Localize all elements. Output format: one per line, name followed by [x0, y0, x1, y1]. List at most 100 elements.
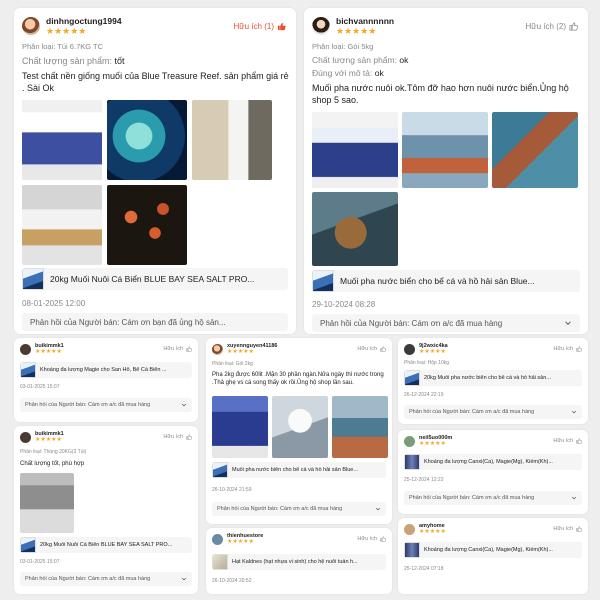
review-date: 29-10-2024 08:28: [312, 300, 376, 309]
avatar[interactable]: [212, 533, 223, 545]
chevron-down-icon[interactable]: [571, 495, 577, 501]
thumb-up-icon: [380, 536, 386, 542]
review-photo[interactable]: [107, 100, 187, 180]
seller-reply[interactable]: Phản hồi của Người bán: Cám ơn a/c đã mu…: [20, 398, 192, 412]
product-link[interactable]: 20kg Muối Nuôi Cá Biển BLUE BAY SEA SALT…: [22, 268, 288, 290]
product-link[interactable]: 20kg Muối pha nước biển cho bể cá và hồ …: [404, 370, 582, 386]
helpful-button[interactable]: Hữu ích (1): [234, 22, 286, 31]
product-thumbnail: [20, 537, 36, 553]
helpful-button[interactable]: Hữu ích: [553, 438, 582, 444]
product-link[interactable]: Khoáng đa lượng Canxi(Ca), Magie(Mg), Ki…: [404, 454, 582, 470]
review-photo[interactable]: [192, 100, 272, 180]
helpful-button[interactable]: Hữu ích: [357, 536, 386, 542]
chevron-down-icon[interactable]: [181, 576, 187, 582]
product-link[interactable]: Muối pha nước biển cho bể cá và hồ hải s…: [312, 270, 580, 292]
star-rating: ★★★★★: [419, 349, 446, 355]
review-date: 25-12-2024 07:18: [404, 566, 444, 572]
thumb-up-icon: [186, 346, 192, 352]
product-name: Muối pha nước biển cho bể cá và hồ hải s…: [232, 467, 358, 473]
product-thumbnail: [404, 370, 420, 386]
helpful-button[interactable]: Hữu ích: [553, 346, 582, 352]
quality-row: Chất lượng sản phẩm: ok: [312, 55, 408, 65]
star-rating: ★★★★★: [419, 441, 446, 447]
seller-reply[interactable]: Phản hồi của Người bán: Cám ơn bạn đã ủn…: [22, 313, 288, 331]
product-link[interactable]: 20kg Muối Nuôi Cá Biển BLUE BAY SEA SALT…: [20, 537, 192, 553]
review-card: 9j2wxic4ka ★★★★★ Hữu ích Phân loại: Hộp …: [398, 338, 588, 424]
product-link[interactable]: Khoáng đa lượng Canxi(Ca), Magie(Mg), Ki…: [404, 542, 582, 558]
review-card: buikimmk1 ★★★★★ Hữu ích Phân loại: Thùng…: [14, 426, 198, 594]
helpful-button[interactable]: Hữu ích: [553, 526, 582, 532]
product-link[interactable]: Muối pha nước biển cho bể cá và hồ hải s…: [212, 462, 386, 478]
avatar[interactable]: [404, 435, 415, 447]
seller-reply[interactable]: Phản hồi của Người bán: Cám ơn a/c đã mu…: [312, 314, 580, 332]
review-photo[interactable]: [22, 100, 102, 180]
review-date: 26-10-2024 20:52: [212, 578, 252, 584]
review-photo[interactable]: [107, 185, 187, 265]
product-thumbnail: [404, 454, 420, 470]
helpful-button[interactable]: Hữu ích (2): [526, 22, 578, 31]
product-thumbnail: [212, 462, 228, 478]
review-photo[interactable]: [402, 112, 488, 188]
product-link[interactable]: Khoáng đa lượng Magie cho San Hô, Bể Cá …: [20, 362, 192, 378]
helpful-label: Hữu ích: [553, 526, 573, 532]
chevron-down-icon[interactable]: [564, 319, 572, 327]
avatar[interactable]: [404, 343, 415, 355]
variant-label: Phân loại: Thùng 20KG(3 Túi): [20, 449, 87, 455]
review-card: amyhome ★★★★★ Hữu ích Khoáng đa lượng Ca…: [398, 518, 588, 594]
thumb-up-icon: [576, 526, 582, 532]
review-photo[interactable]: [22, 185, 102, 265]
review-photo[interactable]: [312, 192, 398, 266]
review-card: dinhngoctung1994 ★★★★★ Hữu ích (1) Phân …: [14, 8, 296, 334]
helpful-button[interactable]: Hữu ích: [163, 346, 192, 352]
seller-reply[interactable]: Phản hồi của Người bán: Cám ơn a/c đã mu…: [404, 491, 582, 505]
star-rating: ★★★★★: [35, 437, 62, 443]
product-name: Khoáng đa lượng Magie cho San Hô, Bể Cá …: [40, 367, 167, 373]
review-photo[interactable]: [212, 396, 268, 458]
avatar[interactable]: [212, 343, 223, 355]
star-rating: ★★★★★: [227, 539, 254, 545]
chevron-down-icon[interactable]: [571, 409, 577, 415]
star-rating: ★★★★★: [35, 349, 62, 355]
helpful-button[interactable]: Hữu ích: [163, 434, 192, 440]
avatar[interactable]: [20, 431, 31, 443]
review-comment: Muối pha nước nuôi ok.Tôm đỡ hao hơn nuô…: [312, 83, 569, 105]
review-photo[interactable]: [332, 396, 388, 458]
variant-label: Phân loại: Gói 2kg: [212, 361, 253, 367]
seller-reply[interactable]: Phản hồi của Người bán: Cám ơn a/c đã mu…: [212, 502, 386, 516]
seller-reply[interactable]: Phản hồi của Người bán: Cám ơn a/c đã mu…: [404, 405, 582, 419]
helpful-button[interactable]: Hữu ích: [357, 346, 386, 352]
review-photo[interactable]: [312, 112, 398, 188]
helpful-label: Hữu ích: [357, 536, 377, 542]
username[interactable]: bichvannnnnn: [336, 16, 394, 26]
thumb-up-icon: [380, 346, 386, 352]
star-rating: ★★★★★: [227, 349, 254, 355]
username[interactable]: dinhngoctung1994: [46, 16, 122, 26]
avatar[interactable]: [404, 523, 415, 535]
thumb-up-icon: [576, 346, 582, 352]
review-date: 26-10-2024 21:59: [212, 487, 252, 493]
chevron-down-icon[interactable]: [181, 402, 187, 408]
review-photo[interactable]: [20, 473, 74, 533]
avatar[interactable]: [22, 17, 40, 35]
thumb-up-icon: [277, 22, 286, 31]
helpful-label: Hữu ích: [357, 346, 377, 352]
seller-reply-text: Phản hồi của Người bán: Cám ơn bạn đã ủn…: [30, 317, 226, 327]
star-rating: ★★★★★: [419, 529, 446, 535]
avatar[interactable]: [312, 17, 330, 35]
chevron-down-icon[interactable]: [375, 506, 381, 512]
seller-reply[interactable]: Phản hồi của Người bán: Cám ơn a/c đã mu…: [20, 572, 192, 586]
helpful-label: Hữu ích: [553, 346, 573, 352]
review-photo[interactable]: [272, 396, 328, 458]
variant-label: Phân loại: Túi 6.7KG TC: [22, 42, 104, 51]
product-link[interactable]: Hạt Kaldnes (hạt nhựa vi sinh) cho hệ nu…: [212, 554, 386, 570]
avatar[interactable]: [20, 343, 31, 355]
seller-reply-text: Phản hồi của Người bán: Cám ơn a/c đã mu…: [320, 318, 503, 328]
product-thumbnail: [20, 362, 36, 378]
product-name: 20kg Muối Nuôi Cá Biển BLUE BAY SEA SALT…: [50, 274, 255, 284]
review-card: bichvannnnnn ★★★★★ Hữu ích (2) Phân loại…: [304, 8, 588, 334]
product-thumbnail: [312, 270, 334, 292]
product-name: Khoáng đa lượng Canxi(Ca), Magie(Mg), Ki…: [424, 547, 553, 553]
quality-value: ok: [399, 55, 409, 65]
review-photo[interactable]: [492, 112, 578, 188]
product-thumbnail: [404, 542, 420, 558]
